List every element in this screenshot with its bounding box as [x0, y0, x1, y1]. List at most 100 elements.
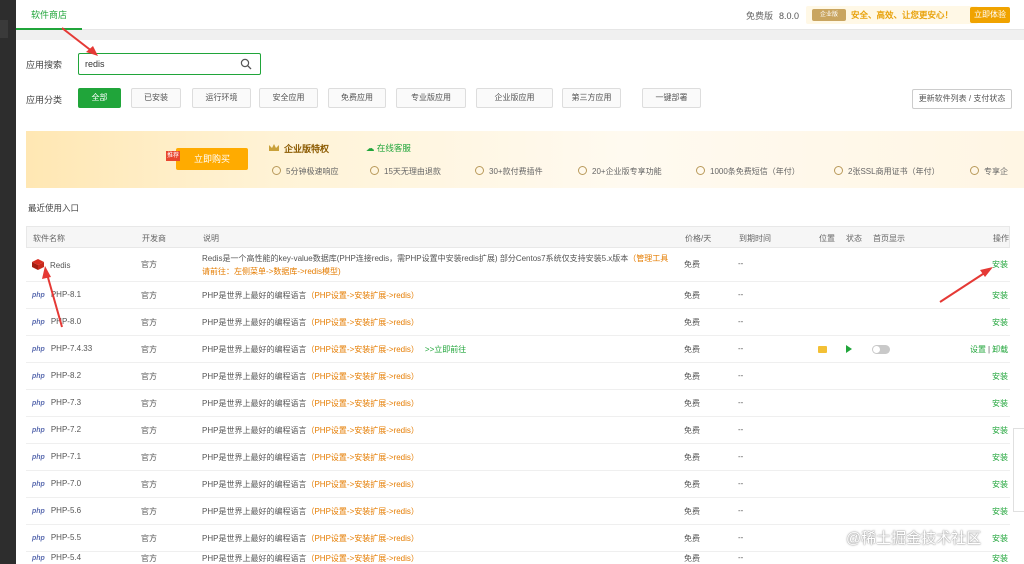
php-icon: php: [32, 508, 45, 515]
install-button[interactable]: 安装: [992, 506, 1008, 517]
developer: 官方: [141, 318, 157, 327]
feature-label: 1000条免费短信（年付）: [710, 167, 800, 176]
description: Redis是一个高性能的key-value数据库(PHP连接redis，需PHP…: [202, 253, 668, 264]
play-icon[interactable]: [846, 345, 852, 353]
php-icon: php: [32, 373, 45, 380]
software-name[interactable]: php PHP-7.0: [32, 479, 81, 488]
description-tip: （PHP设置->安装扩展->redis）: [306, 507, 419, 516]
category-free[interactable]: 免费应用: [328, 88, 386, 108]
feature-item: 专享企: [970, 166, 1008, 177]
install-button[interactable]: 安装: [992, 425, 1008, 436]
description-tip: （PHP设置->安装扩展->redis）: [306, 399, 419, 408]
plugin-icon: [475, 166, 484, 175]
table-row[interactable]: Redis 官方 Redis是一个高性能的key-value数据库(PHP连接r…: [26, 248, 1010, 282]
category-installed[interactable]: 已安装: [131, 88, 181, 108]
install-button[interactable]: 安装: [992, 259, 1008, 270]
buy-now-button[interactable]: 立即购买: [176, 148, 248, 170]
description-text: PHP是世界上最好的编程语言: [202, 318, 307, 327]
software-name[interactable]: php PHP-5.4: [32, 553, 81, 562]
version-info: 免费版 8.0.0: [746, 9, 799, 22]
install-button[interactable]: 安装: [992, 317, 1008, 328]
category-all[interactable]: 全部: [78, 88, 121, 108]
install-button[interactable]: 安装: [992, 290, 1008, 301]
category-security[interactable]: 安全应用: [259, 88, 318, 108]
software-name-text: PHP-5.6: [50, 506, 82, 515]
mail-icon: [696, 166, 705, 175]
table-row[interactable]: php PHP-8.0 官方 PHP是世界上最好的编程语言（PHP设置->安装扩展…: [26, 309, 1010, 336]
category-pro[interactable]: 专业版应用: [396, 88, 466, 108]
category-third-party[interactable]: 第三方应用: [562, 88, 621, 108]
floating-service-panel[interactable]: [1013, 428, 1024, 512]
software-name[interactable]: php PHP-8.2: [32, 371, 81, 380]
refund-icon: [370, 166, 379, 175]
enterprise-logo: 企业版: [812, 9, 846, 21]
category-one-click[interactable]: 一键部署: [642, 88, 701, 108]
table-row[interactable]: php PHP-8.2 官方 PHP是世界上最好的编程语言（PHP设置->安装扩展…: [26, 363, 1010, 390]
table-row[interactable]: php PHP-7.2 官方 PHP是世界上最好的编程语言（PHP设置->安装扩展…: [26, 417, 1010, 444]
expire: --: [738, 317, 744, 326]
enterprise-banner[interactable]: 企业版 安全、高效、让您更安心！: [806, 6, 978, 24]
table-row[interactable]: php PHP-8.1 官方 PHP是世界上最好的编程语言（PHP设置->安装扩展…: [26, 282, 1010, 309]
description-tip: （PHP设置->安装扩展->redis）: [306, 453, 419, 462]
description-text: PHP是世界上最好的编程语言: [202, 345, 307, 354]
developer: 官方: [141, 554, 157, 563]
search-input[interactable]: [85, 57, 235, 71]
software-name[interactable]: Redis: [32, 259, 70, 270]
recommend-tag: 推荐: [166, 151, 180, 161]
feature-label: 30+款付费插件: [489, 167, 543, 176]
install-button[interactable]: 安装: [992, 479, 1008, 490]
price: 免费: [684, 291, 700, 300]
feature-item: 30+款付费插件: [475, 166, 543, 177]
settings-link[interactable]: 设置: [970, 345, 986, 354]
install-button[interactable]: 安装: [992, 371, 1008, 382]
expire: --: [738, 506, 744, 515]
top-bar: 软件商店 免费版 8.0.0 企业版 安全、高效、让您更安心！ 立即体验: [16, 0, 1024, 30]
search-box[interactable]: [78, 53, 261, 75]
software-name-text: PHP-5.4: [50, 553, 82, 562]
category-runtime[interactable]: 运行环境: [192, 88, 251, 108]
description: PHP是世界上最好的编程语言（PHP设置->安装扩展->redis）: [202, 398, 419, 409]
install-button[interactable]: 安装: [992, 398, 1008, 409]
price: 免费: [684, 345, 700, 354]
software-name-text: PHP-7.0: [50, 479, 82, 488]
table-row[interactable]: php PHP-7.4.33 官方 PHP是世界上最好的编程语言（PHP设置->安…: [26, 336, 1010, 363]
feature-item: 5分钟极速响应: [272, 166, 338, 177]
main-panel: 应用搜索 应用分类 全部 已安装 运行环境 安全应用 免费应用 专业版应用 企业…: [16, 40, 1024, 564]
install-button[interactable]: 安装: [992, 553, 1008, 564]
price: 免费: [684, 507, 700, 516]
table-row[interactable]: php PHP-5.4 官方 PHP是世界上最好的编程语言（PHP设置->安装扩展…: [26, 552, 1010, 564]
update-list-button[interactable]: 更新软件列表 / 支付状态: [912, 89, 1012, 109]
software-name[interactable]: php PHP-7.4.33: [32, 344, 92, 353]
software-name[interactable]: php PHP-8.1: [32, 290, 81, 299]
uninstall-link[interactable]: 卸载: [992, 345, 1008, 354]
software-name[interactable]: php PHP-7.2: [32, 425, 81, 434]
table-row[interactable]: php PHP-5.6 官方 PHP是世界上最好的编程语言（PHP设置->安装扩展…: [26, 498, 1010, 525]
tab-software-store[interactable]: 软件商店: [16, 0, 82, 30]
search-label: 应用搜索: [26, 60, 63, 70]
software-name[interactable]: php PHP-5.6: [32, 506, 81, 515]
table-row[interactable]: php PHP-7.1 官方 PHP是世界上最好的编程语言（PHP设置->安装扩展…: [26, 444, 1010, 471]
software-name[interactable]: php PHP-7.1: [32, 452, 81, 461]
software-name-text: Redis: [50, 261, 71, 270]
install-button[interactable]: 安装: [992, 452, 1008, 463]
category-enterprise[interactable]: 企业版应用: [476, 88, 553, 108]
description: PHP是世界上最好的编程语言（PHP设置->安装扩展->redis）: [202, 290, 419, 301]
install-button[interactable]: 安装: [992, 533, 1008, 544]
try-now-button[interactable]: 立即体验: [970, 7, 1010, 23]
header-developer: 开发商: [142, 234, 166, 243]
table-row[interactable]: php PHP-7.0 官方 PHP是世界上最好的编程语言（PHP设置->安装扩展…: [26, 471, 1010, 498]
go-now-link[interactable]: >>立即前往: [425, 345, 466, 354]
homepage-toggle[interactable]: [872, 345, 890, 354]
software-name[interactable]: php PHP-8.0: [32, 317, 81, 326]
software-name[interactable]: php PHP-5.5: [32, 533, 81, 542]
online-service-link[interactable]: ☁ 在线客服: [366, 142, 411, 154]
folder-icon[interactable]: [818, 346, 827, 353]
table-row[interactable]: php PHP-7.3 官方 PHP是世界上最好的编程语言（PHP设置->安装扩展…: [26, 390, 1010, 417]
description-text: Redis是一个高性能的key-value数据库(PHP连接redis，需PHP…: [202, 254, 629, 263]
category-label: 应用分类: [26, 95, 63, 105]
software-name[interactable]: php PHP-7.3: [32, 398, 81, 407]
php-icon: php: [32, 454, 45, 461]
description: PHP是世界上最好的编程语言（PHP设置->安装扩展->redis）: [202, 506, 419, 517]
description-tip: （PHP设置->安装扩展->redis）: [306, 534, 419, 543]
search-icon[interactable]: [240, 58, 252, 70]
